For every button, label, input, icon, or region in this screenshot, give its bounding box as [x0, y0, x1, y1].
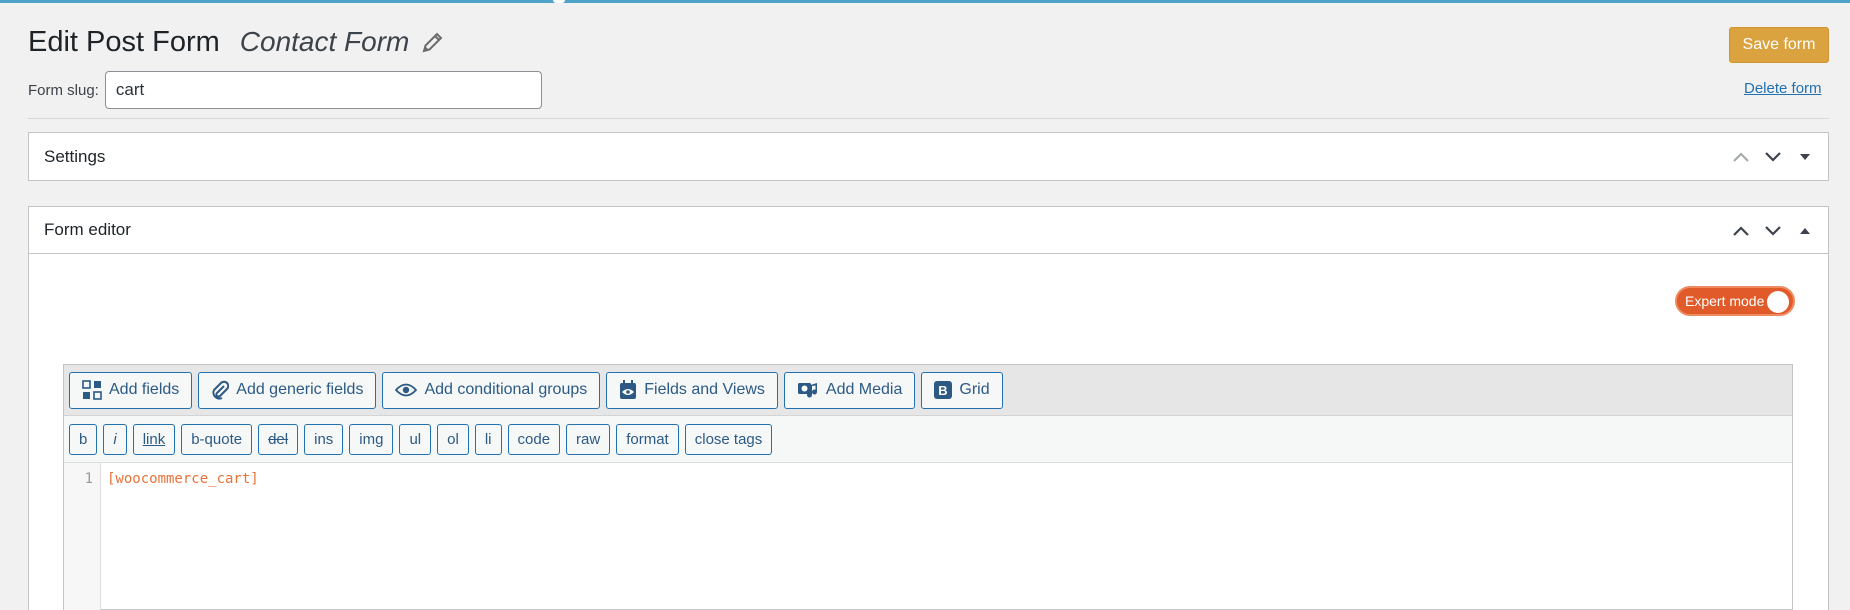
bootstrap-icon: B: [934, 381, 953, 399]
eye-icon: [395, 383, 418, 397]
move-down-icon[interactable]: [1760, 144, 1786, 170]
editor-container: Add fields Add generic fields Add condit…: [63, 364, 1793, 610]
pencil-icon[interactable]: [421, 30, 445, 54]
form-editor-title: Form editor: [44, 220, 131, 239]
quicktag-format[interactable]: format: [616, 423, 679, 455]
quicktag-b-quote[interactable]: b-quote: [181, 423, 253, 455]
settings-controls: [1728, 133, 1818, 180]
quicktag-i[interactable]: i: [103, 423, 127, 455]
grid-button[interactable]: B Grid: [921, 371, 1003, 409]
grid-label: Grid: [959, 381, 990, 398]
add-media-button[interactable]: Add Media: [783, 371, 916, 409]
quicktag-link[interactable]: link: [132, 423, 176, 455]
header-divider: [28, 118, 1829, 119]
fields-and-views-label: Fields and Views: [644, 381, 765, 398]
add-media-label: Add Media: [825, 381, 903, 398]
move-up-icon[interactable]: [1728, 144, 1754, 170]
line-number: 1: [84, 471, 93, 487]
add-conditional-groups-button[interactable]: Add conditional groups: [382, 371, 601, 409]
paperclip-icon: [212, 380, 230, 400]
quicktag-raw[interactable]: raw: [566, 423, 611, 455]
slug-input[interactable]: [104, 71, 542, 109]
add-fields-label: Add fields: [109, 381, 180, 398]
add-generic-fields-label: Add generic fields: [236, 381, 364, 398]
toggle-collapse-icon[interactable]: [1792, 218, 1818, 244]
form-editor-header[interactable]: Form editor: [29, 207, 1828, 254]
quicktag-b[interactable]: b: [69, 423, 98, 455]
save-form-button[interactable]: Save form: [1729, 27, 1829, 63]
code-content[interactable]: [woocommerce_cart]: [101, 463, 265, 610]
quicktag-code[interactable]: code: [507, 423, 561, 455]
settings-postbox: Settings: [28, 132, 1829, 181]
settings-header[interactable]: Settings: [29, 133, 1828, 180]
form-name: Contact Form: [239, 26, 410, 57]
top-bar-notch: [553, 0, 565, 3]
expert-mode-toggle[interactable]: Expert mode: [1675, 286, 1795, 316]
grid-dots-icon: [82, 380, 102, 400]
fields-and-views-button[interactable]: Fields and Views: [606, 371, 778, 409]
move-down-icon[interactable]: [1760, 218, 1786, 244]
add-fields-button[interactable]: Add fields: [69, 371, 193, 409]
add-generic-fields-button[interactable]: Add generic fields: [198, 371, 377, 409]
quicktag-img[interactable]: img: [349, 423, 394, 455]
code-line: [woocommerce_cart]: [107, 471, 259, 487]
svg-text:B: B: [939, 383, 948, 398]
slug-label: Form slug:: [28, 81, 99, 99]
page-title: Edit Post Form: [28, 25, 220, 58]
page-header: Edit Post Form Contact Form: [28, 22, 445, 62]
quicktag-ins[interactable]: ins: [304, 423, 344, 455]
media-icon: [797, 383, 817, 398]
form-toolbar: Add fields Add generic fields Add condit…: [64, 365, 1792, 416]
expert-mode-label: Expert mode: [1685, 293, 1765, 309]
add-conditional-groups-label: Add conditional groups: [424, 381, 588, 398]
toggle-expand-icon[interactable]: [1792, 144, 1818, 170]
calendar-eye-icon: [620, 380, 637, 399]
form-editor-controls: [1728, 207, 1818, 254]
quicktag-li[interactable]: li: [474, 423, 502, 455]
slug-row: Form slug:: [28, 71, 542, 109]
move-up-icon[interactable]: [1728, 218, 1754, 244]
quicktag-ol[interactable]: ol: [437, 423, 469, 455]
quicktag-close-tags[interactable]: close tags: [684, 423, 773, 455]
line-number-gutter: 1: [64, 463, 101, 610]
quicktag-ul[interactable]: ul: [399, 423, 432, 455]
delete-form-link[interactable]: Delete form: [1744, 80, 1822, 97]
quicktags-toolbar: b i link b-quote del ins img ul ol li co…: [64, 416, 1792, 463]
top-accent-bar: [0, 0, 1850, 3]
code-editor[interactable]: 1 [woocommerce_cart]: [64, 463, 1792, 610]
quicktag-del[interactable]: del: [258, 423, 299, 455]
settings-title: Settings: [44, 146, 106, 166]
toggle-knob: [1767, 291, 1789, 313]
